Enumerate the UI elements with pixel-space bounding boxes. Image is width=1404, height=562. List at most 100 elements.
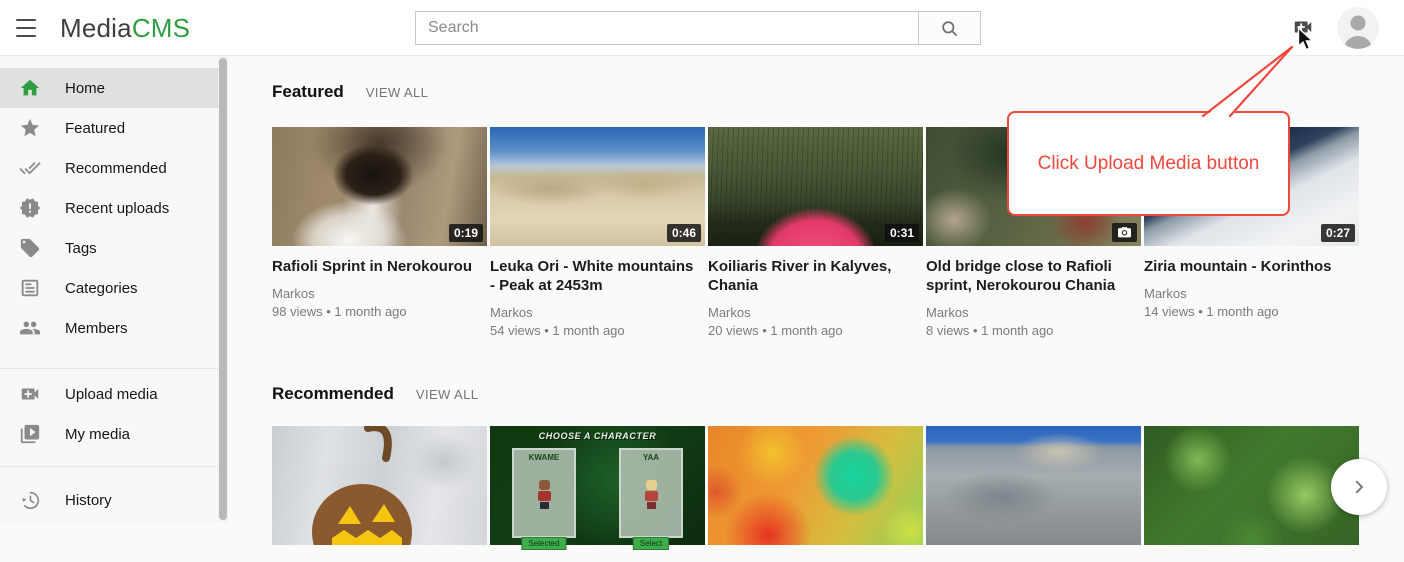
video-thumbnail-game-character-select[interactable]: CHOOSE A CHARACTER KWAME Selected YAA (490, 426, 705, 545)
search-input[interactable] (416, 12, 918, 44)
video-thumbnail-pumpkin-craft[interactable] (272, 426, 487, 545)
video-thumbnail-desert-mountains[interactable]: 0:46 (490, 127, 705, 246)
video-call-icon (18, 382, 42, 406)
media-title-link[interactable]: Leuka Ori - White mountains - Peak at 24… (490, 257, 697, 295)
annotation-pointer (1190, 40, 1302, 120)
sidebar-item-my-media[interactable]: My media (0, 414, 218, 454)
sidebar-item-home[interactable]: Home (0, 68, 218, 108)
character-name: YAA (621, 450, 681, 462)
sidebar-item-categories[interactable]: Categories (0, 268, 218, 308)
sidebar-item-recommended[interactable]: Recommended (0, 148, 218, 188)
media-author-link[interactable]: Markos (272, 285, 479, 303)
sidebar-item-recent-uploads[interactable]: Recent uploads (0, 188, 218, 228)
video-thumbnail-abstract-colors[interactable] (708, 426, 923, 545)
section-title: Recommended (272, 384, 394, 404)
media-meta: 8 views • 1 month ago (926, 322, 1133, 340)
categories-icon (18, 276, 42, 300)
media-meta: 14 views • 1 month ago (1144, 303, 1351, 321)
sidebar-item-upload-media[interactable]: Upload media (0, 374, 218, 414)
done-all-icon (18, 156, 42, 180)
pumpkin-illustration (272, 426, 487, 545)
sidebar-item-members[interactable]: Members (0, 308, 218, 348)
media-title-link[interactable]: Koiliaris River in Kalyves, Chania (708, 257, 915, 295)
sidebar-scrollbar-thumb[interactable] (219, 58, 227, 520)
featured-view-all-link[interactable]: VIEW ALL (366, 85, 428, 100)
selected-button: Selected (521, 537, 566, 550)
sidebar-item-label: Tags (65, 240, 97, 257)
media-card (272, 426, 487, 545)
search-button[interactable] (918, 12, 980, 44)
select-button: Select (633, 537, 669, 550)
game-screen-title: CHOOSE A CHARACTER (490, 431, 705, 441)
media-author-link[interactable]: Markos (708, 304, 915, 322)
logo-cms-text: CMS (132, 13, 190, 43)
media-card: CHOOSE A CHARACTER KWAME Selected YAA (490, 426, 705, 545)
sidebar-scrollbar-track (218, 56, 228, 522)
sidebar-item-label: My media (65, 426, 130, 443)
character-panel-left: KWAME Selected (512, 448, 576, 538)
media-author-link[interactable]: Markos (926, 304, 1133, 322)
sidebar-item-label: Members (65, 320, 128, 337)
home-icon (18, 76, 42, 100)
sidebar-item-featured[interactable]: Featured (0, 108, 218, 148)
character-name: KWAME (514, 450, 574, 462)
sidebar-item-history[interactable]: History (0, 480, 218, 520)
star-icon (18, 116, 42, 140)
media-card: 0:19 Rafioli Sprint in Nerokourou Markos… (272, 127, 487, 340)
logo-media-text: Media (60, 13, 132, 43)
photo-badge (1112, 223, 1137, 242)
character-sprite-yaa (643, 480, 659, 510)
media-meta: 54 views • 1 month ago (490, 322, 697, 340)
annotation-text: Click Upload Media button (1038, 153, 1260, 175)
recommended-section-header: Recommended VIEW ALL (272, 340, 1404, 426)
media-title-link[interactable]: Rafioli Sprint in Nerokourou (272, 257, 479, 276)
members-icon (18, 316, 42, 340)
search-bar (415, 11, 981, 45)
menu-toggle-icon[interactable] (16, 19, 38, 37)
video-thumbnail-green-leaves[interactable] (1144, 426, 1359, 545)
sidebar-item-label: Categories (65, 280, 138, 297)
sidebar: Home Featured Recommended Recent uploads… (0, 56, 228, 522)
media-author-link[interactable]: Markos (490, 304, 697, 322)
sidebar-item-label: Recent uploads (65, 200, 169, 217)
section-title: Featured (272, 82, 344, 102)
sidebar-item-label: Featured (65, 120, 125, 137)
media-card: 0:31 Koiliaris River in Kalyves, Chania … (708, 127, 923, 340)
media-card (1144, 426, 1359, 545)
user-avatar[interactable] (1337, 7, 1379, 49)
duration-badge: 0:31 (885, 224, 919, 242)
sidebar-item-label: Home (65, 80, 105, 97)
camera-icon (1118, 227, 1131, 238)
video-thumbnail-kayak-river[interactable]: 0:31 (708, 127, 923, 246)
media-author-link[interactable]: Markos (1144, 285, 1351, 303)
character-sprite-kwame (536, 480, 552, 510)
duration-badge: 0:19 (449, 224, 483, 242)
sidebar-item-label: History (65, 492, 112, 509)
media-card: 0:46 Leuka Ori - White mountains - Peak … (490, 127, 705, 340)
sidebar-item-label: Upload media (65, 386, 158, 403)
media-card (708, 426, 923, 545)
sidebar-item-tags[interactable]: Tags (0, 228, 218, 268)
media-meta: 20 views • 1 month ago (708, 322, 915, 340)
video-thumbnail-rocky-mountain[interactable] (926, 426, 1141, 545)
recommended-cards-row: CHOOSE A CHARACTER KWAME Selected YAA (272, 426, 1404, 545)
character-panel-right: YAA Select (619, 448, 683, 538)
history-icon (18, 488, 42, 512)
app-logo[interactable]: MediaCMS (60, 0, 190, 56)
media-meta: 98 views • 1 month ago (272, 303, 479, 321)
search-icon (940, 19, 959, 38)
mouse-cursor (1297, 27, 1317, 53)
media-card (926, 426, 1141, 545)
media-title-link[interactable]: Ziria mountain - Korinthos (1144, 257, 1351, 276)
media-title-link[interactable]: Old bridge close to Rafioli sprint, Nero… (926, 257, 1133, 295)
video-library-icon (18, 422, 42, 446)
sidebar-item-label: Recommended (65, 160, 167, 177)
carousel-next-button[interactable] (1331, 459, 1387, 515)
video-thumbnail-waterfall[interactable]: 0:19 (272, 127, 487, 246)
recommended-view-all-link[interactable]: VIEW ALL (416, 387, 478, 402)
duration-badge: 0:27 (1321, 224, 1355, 242)
annotation-tooltip: Click Upload Media button (1007, 111, 1290, 216)
duration-badge: 0:46 (667, 224, 701, 242)
person-icon (1337, 7, 1379, 49)
chevron-right-icon (1350, 478, 1368, 496)
